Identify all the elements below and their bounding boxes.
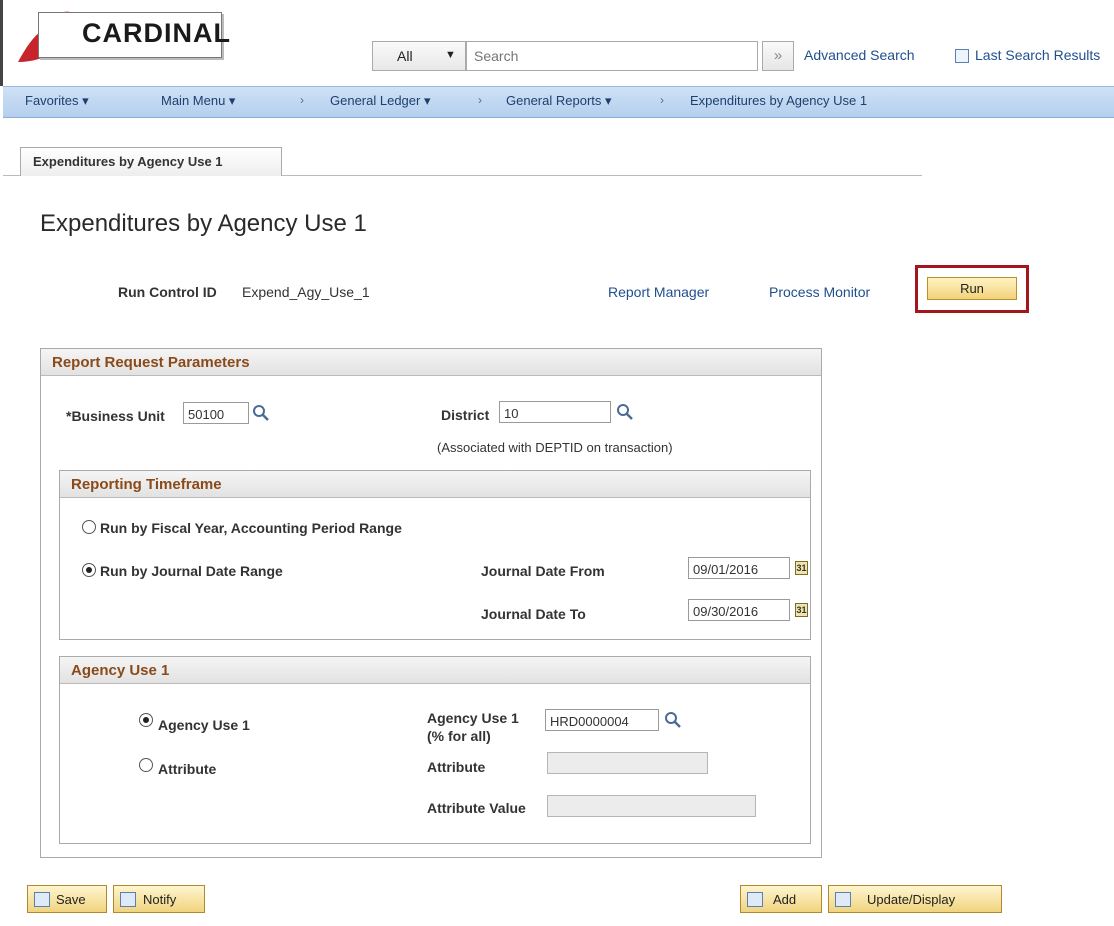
save-button[interactable]: Save: [27, 885, 107, 913]
save-button-label: Save: [56, 892, 86, 907]
nav-general-reports[interactable]: General Reports ▾: [506, 93, 612, 109]
report-request-parameters-header: Report Request Parameters: [41, 349, 821, 376]
run-control-id-value: Expend_Agy_Use_1: [242, 284, 370, 300]
nav-current-page[interactable]: Expenditures by Agency Use 1: [690, 93, 867, 108]
save-icon: [34, 892, 50, 907]
agency-use-header: Agency Use 1: [60, 657, 810, 684]
nav-separator: ›: [300, 93, 304, 107]
search-go-button[interactable]: »: [762, 41, 794, 71]
journal-date-radio[interactable]: [82, 563, 96, 577]
search-input[interactable]: [466, 41, 758, 71]
attribute-radio[interactable]: [139, 758, 153, 772]
update-display-button[interactable]: Update/Display: [828, 885, 1002, 913]
business-unit-label: *Business Unit: [66, 408, 165, 424]
fiscal-year-radio[interactable]: [82, 520, 96, 534]
add-button-label: Add: [773, 892, 797, 907]
notify-button-label: Notify: [143, 892, 177, 907]
nav-general-ledger[interactable]: General Ledger ▾: [330, 93, 430, 109]
agency-use-lookup-icon[interactable]: [664, 711, 682, 729]
district-lookup-icon[interactable]: [616, 403, 634, 421]
agency-use-radio[interactable]: [139, 713, 153, 727]
tab-divider: [3, 175, 20, 176]
advanced-search-link[interactable]: Advanced Search: [804, 47, 915, 63]
nav-separator: ›: [478, 93, 482, 107]
search-scope-dropdown[interactable]: All ▼: [372, 41, 466, 71]
calendar-icon[interactable]: 31: [795, 561, 808, 575]
last-search-results-icon[interactable]: [955, 49, 969, 63]
update-display-button-label: Update/Display: [867, 892, 956, 907]
update-display-icon: [835, 892, 851, 907]
tab-expenditures[interactable]: Expenditures by Agency Use 1: [20, 147, 282, 176]
reporting-timeframe-header: Reporting Timeframe: [60, 471, 810, 498]
add-button[interactable]: Add: [740, 885, 822, 913]
agency-use-field-sublabel: (% for all): [427, 728, 491, 744]
agency-use-field-label: Agency Use 1: [427, 710, 519, 726]
process-monitor-link[interactable]: Process Monitor: [769, 284, 870, 300]
agency-use-radio-label: Agency Use 1: [158, 717, 250, 733]
add-icon: [747, 892, 763, 907]
nav-favorites[interactable]: Favorites ▾: [25, 93, 89, 109]
journal-date-radio-label: Run by Journal Date Range: [100, 563, 283, 579]
journal-date-from-label: Journal Date From: [481, 563, 605, 579]
attribute-field[interactable]: [547, 752, 708, 774]
district-note: (Associated with DEPTID on transaction): [437, 440, 673, 455]
calendar-icon[interactable]: 31: [795, 603, 808, 617]
fiscal-year-radio-label: Run by Fiscal Year, Accounting Period Ra…: [100, 520, 402, 536]
tab-divider: [282, 175, 922, 176]
business-unit-lookup-icon[interactable]: [252, 404, 270, 422]
page-title: Expenditures by Agency Use 1: [40, 210, 367, 237]
nav-main-menu[interactable]: Main Menu ▾: [161, 93, 235, 109]
run-control-id-label: Run Control ID: [118, 284, 217, 300]
nav-separator: ›: [660, 93, 664, 107]
attribute-value-field[interactable]: [547, 795, 756, 817]
report-manager-link[interactable]: Report Manager: [608, 284, 709, 300]
logo-text: CARDINAL: [82, 18, 231, 48]
journal-date-to-field[interactable]: [688, 599, 790, 621]
chevron-down-icon: ▼: [445, 49, 456, 61]
business-unit-field[interactable]: [183, 402, 249, 424]
run-button[interactable]: Run: [927, 277, 1017, 300]
agency-use-field[interactable]: [545, 709, 659, 731]
journal-date-from-field[interactable]: [688, 557, 790, 579]
last-search-results-link[interactable]: Last Search Results: [975, 47, 1100, 63]
attribute-value-field-label: Attribute Value: [427, 800, 526, 816]
journal-date-to-label: Journal Date To: [481, 606, 586, 622]
attribute-radio-label: Attribute: [158, 761, 217, 777]
district-label: District: [441, 407, 490, 423]
district-field[interactable]: [499, 401, 611, 423]
notify-icon: [120, 892, 136, 907]
attribute-field-label: Attribute: [427, 759, 486, 775]
notify-button[interactable]: Notify: [113, 885, 205, 913]
search-scope-label: All: [397, 48, 413, 64]
